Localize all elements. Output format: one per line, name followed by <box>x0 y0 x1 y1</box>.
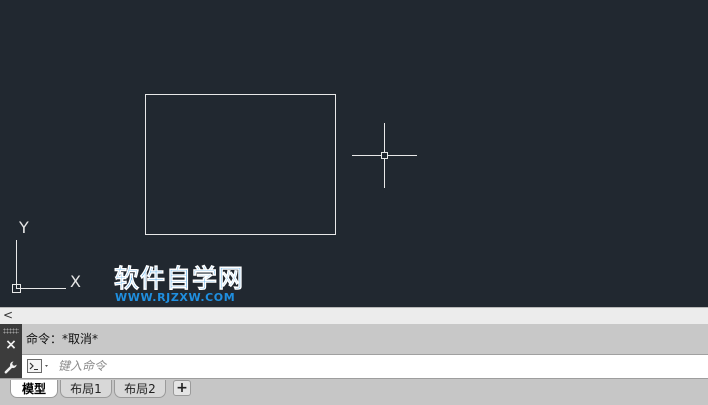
close-icon[interactable]: × <box>4 338 18 352</box>
command-history-line: 命令：*取消* <box>22 324 708 354</box>
tab-model[interactable]: 模型 <box>10 380 58 398</box>
ucs-y-label: Y <box>19 218 29 237</box>
tab-layout1[interactable]: 布局1 <box>60 380 112 398</box>
drawing-canvas[interactable]: Y X 软件自学网 WWW.RJZXW.COM <box>0 0 708 307</box>
drawing-layer[interactable] <box>0 0 708 307</box>
drag-grip-icon[interactable] <box>3 328 19 334</box>
watermark-logo-image: 软件自学网 WWW.RJZXW.COM <box>114 264 244 304</box>
ucs-x-label: X <box>70 272 81 291</box>
tab-layout2[interactable]: 布局2 <box>114 380 166 398</box>
command-prompt-icon[interactable] <box>27 359 53 374</box>
crosshair-cursor <box>352 123 417 188</box>
ucs-icon <box>12 240 66 293</box>
add-layout-button[interactable]: + <box>173 380 191 396</box>
watermark-logo: 软件自学网 WWW.RJZXW.COM <box>114 262 264 306</box>
command-input-row <box>22 354 708 378</box>
layout-tab-bar: 模型 布局1 布局2 + <box>0 378 708 405</box>
command-input[interactable] <box>58 357 658 375</box>
wrench-icon[interactable] <box>3 360 19 376</box>
svg-text:软件自学网: 软件自学网 <box>114 264 244 293</box>
scroll-left-arrow-icon[interactable]: < <box>3 308 13 323</box>
rectangle-object[interactable] <box>145 94 336 235</box>
svg-text:WWW.RJZXW.COM: WWW.RJZXW.COM <box>115 291 235 304</box>
horizontal-scroll-strip[interactable]: < <box>0 307 708 324</box>
command-line-gutter: × <box>0 324 22 378</box>
command-line-panel: × 命令：*取消* <box>0 324 708 378</box>
